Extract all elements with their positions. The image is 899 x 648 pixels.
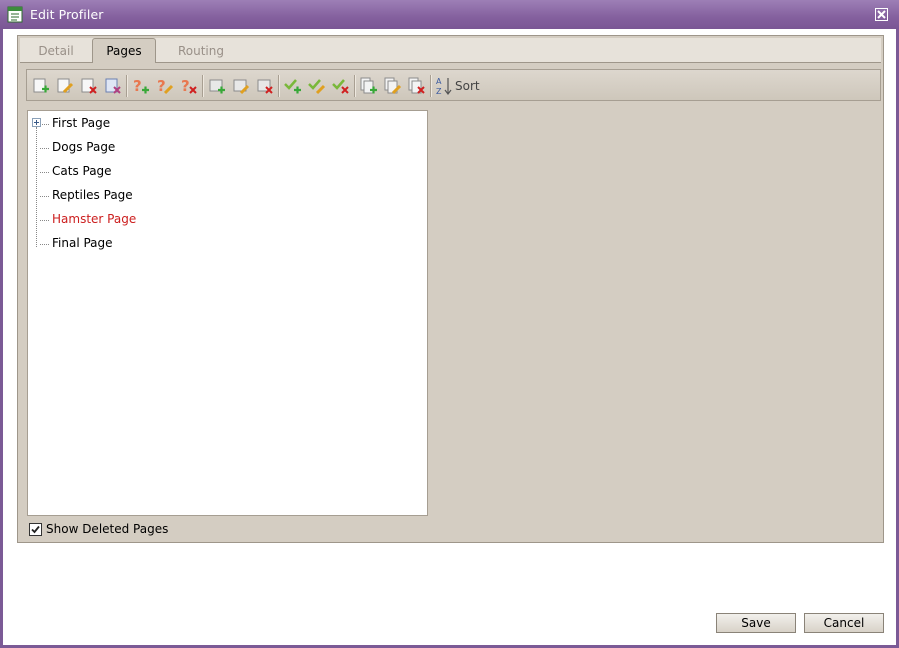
svg-text:?: ?	[133, 77, 142, 95]
delete-check-button[interactable]	[331, 76, 351, 96]
edit-profiler-dialog: Edit Profiler Detail Pages Routing ? ? ?…	[0, 0, 899, 648]
add-copy-button[interactable]	[359, 76, 379, 96]
add-check-icon	[284, 79, 301, 94]
tree-node-cats-page[interactable]: Cats Page	[28, 160, 427, 182]
delete-page-button[interactable]	[79, 76, 99, 96]
cancel-button[interactable]: Cancel	[804, 613, 884, 633]
add-item-button[interactable]	[207, 76, 227, 96]
svg-text:?: ?	[181, 77, 190, 95]
toolbar-separator	[354, 75, 356, 97]
show-deleted-pages-option[interactable]: Show Deleted Pages	[29, 522, 168, 536]
show-deleted-checkbox[interactable]	[29, 522, 42, 536]
close-icon[interactable]	[875, 8, 888, 21]
delete-question-button[interactable]: ?	[179, 76, 199, 96]
tree-node-label: Dogs Page	[52, 140, 116, 154]
tab-pages[interactable]: Pages	[92, 38, 156, 63]
tree-node-label: Reptiles Page	[52, 188, 133, 202]
tree-connector	[40, 220, 49, 221]
tree-connector	[40, 148, 49, 149]
tree-node-first-page[interactable]: First Page	[28, 112, 427, 134]
restore-page-button[interactable]	[103, 76, 123, 96]
tree-node-label: Cats Page	[52, 164, 112, 178]
pages-tree[interactable]: First Page Dogs Page Cats Page Reptiles …	[27, 110, 428, 516]
sort-az-icon: A Z	[436, 77, 452, 96]
delete-item-icon	[257, 79, 273, 94]
expand-icon[interactable]	[32, 118, 41, 127]
tab-routing[interactable]: Routing	[164, 40, 238, 62]
delete-copy-icon	[408, 77, 425, 94]
edit-check-icon	[308, 79, 326, 95]
checkmark-icon	[31, 525, 40, 533]
restore-page-icon	[105, 78, 121, 94]
add-item-icon	[209, 79, 225, 94]
sort-label: Sort	[455, 79, 480, 93]
edit-page-icon	[57, 78, 74, 94]
tree-node-final-page[interactable]: Final Page	[28, 232, 427, 254]
toolbar-separator	[126, 75, 128, 97]
delete-page-icon	[81, 78, 97, 94]
tree-connector	[40, 124, 49, 125]
sort-button[interactable]: A Z Sort	[436, 76, 480, 96]
delete-copy-button[interactable]	[407, 76, 427, 96]
tree-node-reptiles-page[interactable]: Reptiles Page	[28, 184, 427, 206]
delete-question-icon: ?	[181, 77, 197, 95]
add-check-button[interactable]	[283, 76, 303, 96]
pages-toolbar: ? ? ? A Z Sort	[26, 69, 881, 101]
svg-text:A: A	[436, 77, 442, 86]
edit-copy-button[interactable]	[383, 76, 403, 96]
toolbar-separator	[278, 75, 280, 97]
tree-node-label: First Page	[52, 116, 111, 130]
delete-item-button[interactable]	[255, 76, 275, 96]
tree-node-label: Final Page	[52, 236, 113, 250]
add-question-icon: ?	[133, 77, 149, 95]
save-button[interactable]: Save	[716, 613, 796, 633]
edit-item-button[interactable]	[231, 76, 251, 96]
edit-page-button[interactable]	[55, 76, 75, 96]
add-copy-icon	[360, 77, 377, 94]
edit-check-button[interactable]	[307, 76, 327, 96]
window-title: Edit Profiler	[30, 7, 104, 22]
svg-text:Z: Z	[436, 87, 442, 96]
tree-connector	[40, 196, 49, 197]
edit-copy-icon	[384, 77, 402, 95]
add-page-icon	[33, 78, 49, 93]
pages-panel: Detail Pages Routing ? ? ? A Z Sort Firs…	[17, 35, 884, 543]
window-icon	[7, 6, 23, 23]
tree-node-hamster-page[interactable]: Hamster Page	[28, 208, 427, 230]
edit-item-icon	[233, 79, 250, 95]
edit-question-button[interactable]: ?	[155, 76, 175, 96]
show-deleted-label: Show Deleted Pages	[46, 522, 169, 536]
add-page-button[interactable]	[31, 76, 51, 96]
tab-strip: Detail Pages Routing	[20, 38, 881, 63]
tree-node-label: Hamster Page	[52, 212, 137, 226]
toolbar-separator	[202, 75, 204, 97]
delete-check-icon	[332, 79, 349, 94]
tree-connector	[40, 244, 49, 245]
edit-question-icon: ?	[157, 77, 174, 95]
toolbar-separator	[430, 75, 432, 97]
tree-node-dogs-page[interactable]: Dogs Page	[28, 136, 427, 158]
tab-detail[interactable]: Detail	[24, 40, 88, 62]
add-question-button[interactable]: ?	[131, 76, 151, 96]
tree-connector	[40, 172, 49, 173]
title-bar[interactable]: Edit Profiler	[0, 0, 899, 29]
